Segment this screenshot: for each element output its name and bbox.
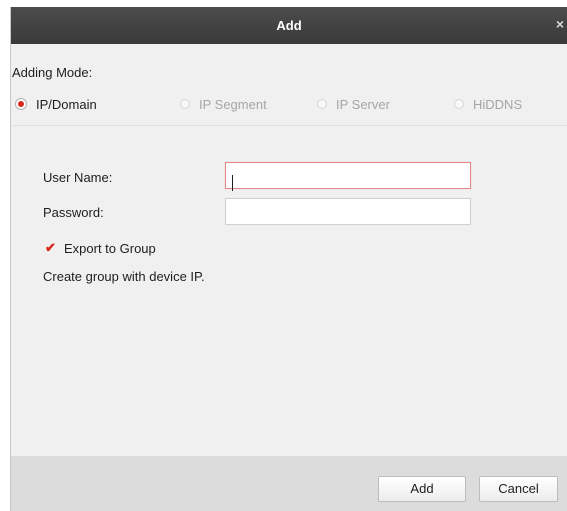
export-to-group-label: Export to Group: [64, 240, 156, 256]
radio-hiddns[interactable]: HiDDNS: [454, 94, 522, 114]
password-input[interactable]: [225, 198, 471, 225]
radio-label: IP Server: [336, 96, 390, 112]
username-label: User Name:: [43, 170, 113, 185]
radio-unselected-icon: [180, 99, 190, 109]
group-info-text: Create group with device IP.: [43, 269, 205, 284]
text-caret: [232, 175, 233, 191]
adding-mode-group: IP/Domain IP Segment IP Server HiDDNS: [11, 94, 567, 114]
password-label: Password:: [43, 205, 104, 220]
add-device-dialog: Add × Adding Mode: IP/Domain IP Segment …: [10, 7, 567, 511]
radio-unselected-icon: [454, 99, 464, 109]
add-button[interactable]: Add: [378, 476, 466, 502]
export-to-group-checkbox[interactable]: ✔ Export to Group: [45, 239, 156, 257]
radio-label: HiDDNS: [473, 96, 523, 112]
radio-label: IP/Domain: [36, 96, 97, 112]
radio-label: IP Segment: [199, 96, 267, 112]
radio-selected-icon: [15, 98, 27, 110]
cancel-button[interactable]: Cancel: [479, 476, 558, 502]
adding-mode-label: Adding Mode:: [12, 65, 93, 80]
dialog-title: Add: [276, 18, 302, 33]
radio-ip-domain[interactable]: IP/Domain: [15, 94, 97, 114]
radio-ip-segment[interactable]: IP Segment: [180, 94, 267, 114]
radio-unselected-icon: [317, 99, 327, 109]
section-divider: [11, 125, 567, 126]
close-icon[interactable]: ×: [553, 16, 567, 32]
radio-ip-server[interactable]: IP Server: [317, 94, 390, 114]
checkmark-icon: ✔: [45, 240, 56, 255]
dialog-titlebar[interactable]: Add ×: [11, 7, 567, 44]
username-input[interactable]: [225, 162, 471, 189]
dialog-footer: Add Cancel: [11, 456, 567, 511]
